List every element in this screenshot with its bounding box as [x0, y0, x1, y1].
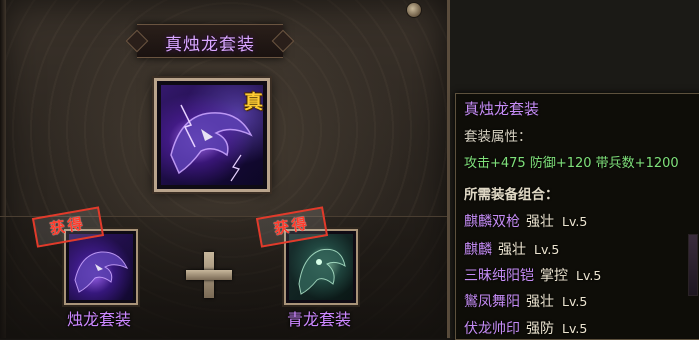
required-item-quality: 强壮	[526, 214, 554, 230]
required-item-row: 伏龙帅印 强防 Lv.5	[464, 318, 587, 338]
required-item-row: 麒麟 强壮 Lv.5	[464, 239, 559, 259]
required-item-name: 麒麟双枪	[464, 214, 520, 230]
required-item-name: 伏龙帅印	[464, 321, 520, 337]
required-item-row: 麒麟双枪 强壮 Lv.5	[464, 211, 587, 231]
tooltip-scrollbar[interactable]	[688, 234, 698, 296]
required-item-level: Lv.5	[534, 242, 560, 257]
required-item-quality: 强防	[526, 321, 554, 337]
corner-ornament	[406, 2, 422, 18]
required-item-level: Lv.5	[562, 214, 588, 229]
tooltip-attr-header: 套装属性：	[464, 129, 532, 145]
tooltip-title: 真烛龙套装	[464, 100, 540, 118]
set-title: 真烛龙套装	[165, 35, 255, 55]
tooltip-attributes: 攻击+475 防御+120 带兵数+1200	[464, 156, 679, 171]
set-panel: 真烛龙套装 真 获得 获得 烛龙套装 青龙套装	[0, 0, 450, 339]
green-dragon-icon	[289, 234, 353, 300]
required-item-name: 麒麟	[464, 242, 492, 258]
required-item-level: Lv.5	[576, 268, 602, 283]
required-item-name: 鸑凤舞阳	[464, 294, 520, 310]
required-item-level: Lv.5	[562, 321, 588, 336]
purple-dragon-icon	[69, 234, 133, 300]
required-item-row: 鸑凤舞阳 强壮 Lv.5	[464, 291, 587, 311]
required-item-row: 三昧纯阳铠 掌控 Lv.5	[464, 265, 601, 285]
required-item-name: 三昧纯阳铠	[464, 268, 534, 284]
tooltip-required-header: 所需装备组合：	[464, 187, 559, 203]
component-label-zhulong: 烛龙套装	[66, 310, 131, 329]
required-item-level: Lv.5	[562, 294, 588, 309]
main-set-item-slot[interactable]: 真	[154, 78, 270, 192]
required-item-quality: 掌控	[540, 268, 568, 284]
component-label-qinglong: 青龙套装	[286, 310, 351, 329]
required-item-quality: 强壮	[498, 242, 526, 258]
set-title-banner: 真烛龙套装	[137, 24, 283, 58]
true-badge: 真	[243, 91, 263, 113]
required-item-quality: 强壮	[526, 294, 554, 310]
set-tooltip: 真烛龙套装 套装属性： 攻击+475 防御+120 带兵数+1200 所需装备组…	[455, 93, 699, 340]
plus-icon	[186, 252, 232, 298]
